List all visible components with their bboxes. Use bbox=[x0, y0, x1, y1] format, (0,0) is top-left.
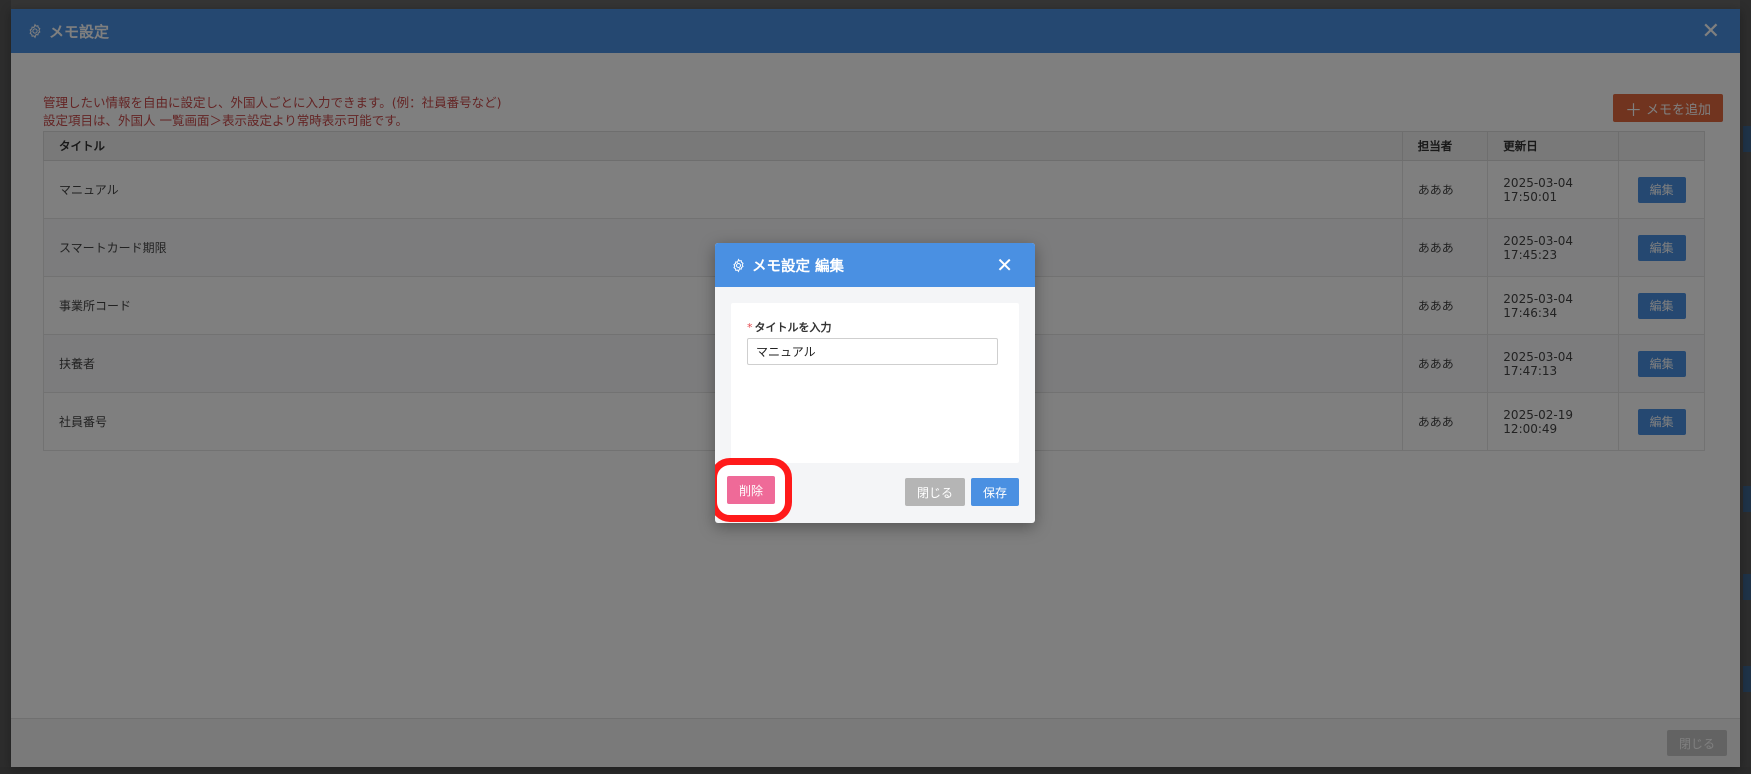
title-field-label: * タイトルを入力 bbox=[747, 319, 832, 335]
delete-highlight: 削除 bbox=[715, 458, 792, 522]
required-mark: * bbox=[747, 321, 753, 334]
title-field-label-text: タイトルを入力 bbox=[754, 321, 832, 334]
delete-button[interactable]: 削除 bbox=[727, 476, 775, 504]
memo-edit-form: * タイトルを入力 bbox=[731, 303, 1019, 463]
memo-edit-header: メモ設定 編集 ✕ bbox=[715, 243, 1035, 287]
close-icon[interactable]: ✕ bbox=[996, 253, 1013, 277]
dialog-close-button[interactable]: 閉じる bbox=[905, 478, 965, 506]
save-button[interactable]: 保存 bbox=[971, 478, 1019, 506]
memo-edit-dialog: メモ設定 編集 ✕ *タイトルを入力 削除 閉じる 保存 bbox=[715, 243, 1035, 523]
memo-edit-title: メモ設定 編集 bbox=[752, 258, 845, 275]
gear-icon bbox=[733, 257, 744, 273]
title-input[interactable] bbox=[747, 338, 998, 365]
